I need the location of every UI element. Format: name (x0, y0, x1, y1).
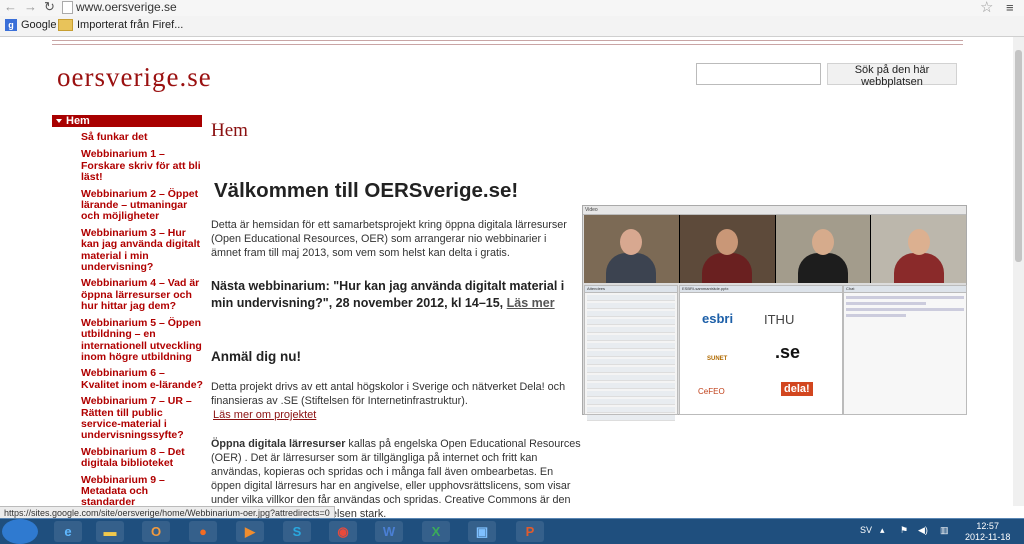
sunet-logo: SUNET (707, 356, 728, 362)
sidebar-nav: Hem Så funkar det Webbinarium 1 – Forska… (52, 115, 203, 509)
slides-panel: ESBRI-sammanträde.pptx esbri ITHU SUNET … (679, 285, 843, 415)
header-rule (52, 40, 963, 41)
search-button[interactable]: Sök på den här webbplatsen (827, 63, 957, 88)
signup-heading: Anmäl dig nu! (211, 349, 301, 364)
chrome-icon[interactable]: ◉ (329, 521, 357, 542)
clock-time: 12:57 (976, 521, 999, 531)
sidebar-item-webbinarium-7[interactable]: Webbinarium 7 – UR – Rätten till public … (81, 395, 203, 442)
sidebar-item-webbinarium-5[interactable]: Webbinarium 5 – Öppen utbildning – en in… (81, 317, 203, 364)
video-participants (584, 215, 966, 283)
sidebar-item-webbinarium-2[interactable]: Webbinarium 2 – Öppet lärande – utmaning… (81, 188, 203, 223)
sidebar-item-webbinarium-1[interactable]: Webbinarium 1 – Forskare skriv för att b… (81, 149, 203, 183)
address-bar[interactable]: www.oersverige.se (76, 0, 177, 14)
bookmark-star-icon[interactable]: ☆ (980, 0, 993, 16)
esbri-logo: esbri (702, 311, 734, 326)
powerpoint-icon[interactable]: P (516, 521, 544, 542)
network-tray-icon[interactable]: ▥ (940, 525, 949, 536)
next-webinar: Nästa webbinarium: "Hur kan jag använda … (211, 278, 581, 312)
browser-toolbar: ← → ↻ www.oersverige.se ☆ ≡ (0, 0, 1024, 16)
sidebar-item-sa-funkar-det[interactable]: Så funkar det (81, 131, 203, 143)
skype-icon[interactable]: S (283, 521, 311, 542)
site-title[interactable]: oersverige.se (57, 62, 212, 93)
welcome-heading: Välkommen till OERSverige.se! (214, 179, 519, 202)
start-button[interactable] (2, 519, 38, 544)
folder-icon (58, 19, 73, 31)
project-link[interactable]: Läs mer om projektet (213, 409, 316, 421)
firefox-icon[interactable]: ● (189, 521, 217, 542)
network-icon[interactable]: ▣ (468, 521, 496, 542)
participant-video (871, 215, 966, 283)
bookmark-google[interactable]: g Google (5, 19, 56, 31)
page-heading: Hem (211, 120, 248, 141)
oer-bold: Öppna digitala lärresurser (211, 438, 346, 450)
ithu-logo: ITHU (764, 312, 795, 327)
partners-paragraph: Detta projekt drivs av ett antal högskol… (211, 381, 566, 407)
dela-logo: dela! (781, 382, 813, 396)
back-icon[interactable]: ← (4, 0, 17, 14)
bookmarks-bar: g Google Importerat från Firef... (0, 16, 1024, 37)
page-icon (62, 1, 73, 14)
volume-icon[interactable]: ◀) (918, 525, 928, 536)
video-bar-label: Video (583, 206, 966, 215)
bookmark-label: Google (21, 19, 57, 31)
menu-icon[interactable]: ≡ (1006, 0, 1014, 15)
sidebar-item-webbinarium-6[interactable]: Webbinarium 6 – Kvalitet inom e-lärande? (81, 368, 203, 391)
outlook-icon[interactable]: O (142, 521, 170, 542)
chat-panel: Chat (843, 285, 967, 415)
bookmark-folder[interactable]: Importerat från Firef... (58, 19, 183, 31)
internet-explorer-icon[interactable]: e (54, 521, 82, 542)
sidebar-item-webbinarium-8[interactable]: Webbinarium 8 – Det digitala biblioteket (81, 446, 203, 470)
bookmark-label: Importerat från Firef... (77, 19, 184, 31)
sidebar-item-webbinarium-3[interactable]: Webbinarium 3 – Hur kan jag använda digi… (81, 227, 203, 274)
cefeo-logo: CeFEO (698, 387, 725, 396)
excel-icon[interactable]: X (422, 521, 450, 542)
read-more-link[interactable]: Läs mer (507, 296, 555, 310)
system-clock[interactable]: 12:57 2012-11-18 (965, 521, 1010, 543)
file-explorer-icon[interactable]: ▬ (96, 521, 124, 542)
google-icon: g (5, 19, 17, 31)
reload-icon[interactable]: ↻ (44, 0, 55, 14)
sidebar-item-webbinarium-9[interactable]: Webbinarium 9 – Metadata och standarder (81, 474, 203, 509)
header-rule (52, 44, 963, 45)
search-input[interactable] (696, 63, 821, 85)
forward-icon[interactable]: → (24, 0, 37, 14)
sidebar-item-webbinarium-4[interactable]: Webbinarium 4 – Vad är öppna lärresurser… (81, 278, 203, 312)
scrollbar-thumb[interactable] (1015, 50, 1022, 262)
attendees-panel: Attendees (584, 285, 678, 421)
word-icon[interactable]: W (375, 521, 403, 542)
tray-chevron-icon[interactable]: ▴ (880, 525, 885, 536)
participant-video (679, 215, 776, 283)
sidebar-item-hem[interactable]: Hem (52, 115, 202, 127)
clock-date: 2012-11-18 (965, 532, 1011, 542)
participant-video (775, 215, 872, 283)
media-player-icon[interactable]: ▶ (236, 521, 264, 542)
action-center-icon[interactable]: ⚑ (900, 525, 908, 536)
participant-video (584, 215, 680, 283)
intro-paragraph: Detta är hemsidan för ett samarbetsproje… (211, 219, 567, 259)
dotse-logo: .se (775, 342, 801, 362)
webinar-screenshot[interactable]: Video Attendees ESBRI-sammanträde.pptx e… (582, 205, 967, 421)
triangle-down-icon (56, 119, 62, 123)
windows-taskbar: e ▬ O ● ▶ S ◉ W X ▣ P SV ▴ ⚑ ◀) ▥ 12:57 … (0, 518, 1024, 544)
language-indicator[interactable]: SV (860, 525, 872, 535)
